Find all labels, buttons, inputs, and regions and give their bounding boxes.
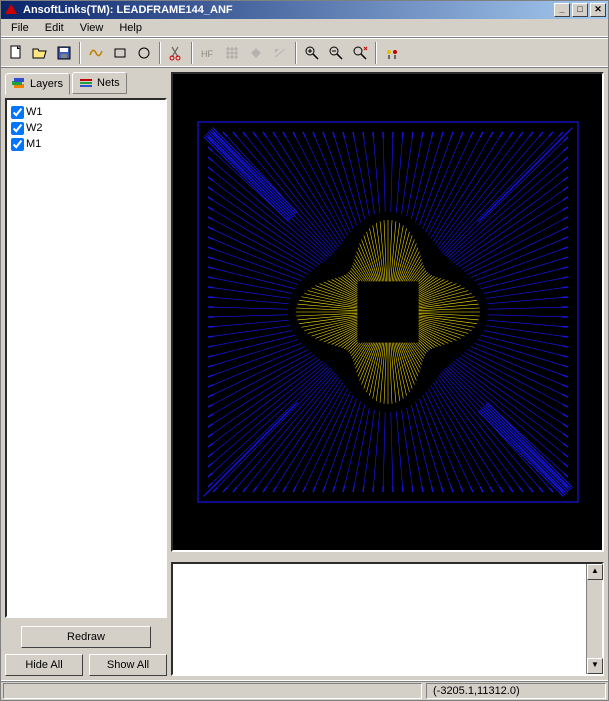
toolbar-separator bbox=[191, 42, 193, 64]
menu-bar: File Edit View Help bbox=[1, 19, 608, 38]
main-panel: ▲ ▼ bbox=[171, 72, 604, 676]
leadframe-graphic bbox=[188, 112, 588, 512]
status-bar: (-3205.1,11312.0) bbox=[1, 680, 608, 700]
toolbar-separator bbox=[79, 42, 81, 64]
toolbar-separator bbox=[375, 42, 377, 64]
open-button[interactable] bbox=[29, 42, 51, 64]
visibility-buttons: Hide All Show All bbox=[5, 654, 167, 676]
save-button[interactable] bbox=[53, 42, 75, 64]
side-panel: Layers Nets W1 W2 M1 bbox=[5, 72, 167, 676]
layers-icon bbox=[12, 78, 26, 90]
scrollbar[interactable]: ▲ ▼ bbox=[586, 564, 602, 674]
tab-strip: Layers Nets bbox=[5, 72, 167, 94]
hf-button: HF bbox=[197, 42, 219, 64]
hide-all-button[interactable]: Hide All bbox=[5, 654, 83, 676]
layer-list[interactable]: W1 W2 M1 bbox=[5, 98, 167, 618]
layer-name: W2 bbox=[26, 122, 43, 134]
close-button[interactable]: ✕ bbox=[590, 3, 606, 17]
nets-icon bbox=[79, 77, 93, 89]
tab-layers-label: Layers bbox=[30, 78, 63, 90]
cut-button[interactable] bbox=[165, 42, 187, 64]
app-icon bbox=[3, 2, 19, 18]
tab-nets-label: Nets bbox=[97, 77, 120, 89]
redraw-button[interactable]: Redraw bbox=[21, 626, 151, 648]
layer-checkbox[interactable] bbox=[11, 106, 24, 119]
inspect-button[interactable] bbox=[381, 42, 403, 64]
flip-button bbox=[269, 42, 291, 64]
layer-name: W1 bbox=[26, 106, 43, 118]
tab-layers[interactable]: Layers bbox=[5, 73, 70, 95]
app-window: AnsoftLinks(TM): LEADFRAME144_ANF _ □ ✕ … bbox=[0, 0, 609, 701]
layer-checkbox[interactable] bbox=[11, 122, 24, 135]
fill-button bbox=[245, 42, 267, 64]
title-bar[interactable]: AnsoftLinks(TM): LEADFRAME144_ANF _ □ ✕ bbox=[1, 1, 608, 19]
circle-tool[interactable] bbox=[133, 42, 155, 64]
menu-help[interactable]: Help bbox=[111, 20, 150, 36]
layer-row[interactable]: W2 bbox=[11, 120, 161, 136]
grid-button bbox=[221, 42, 243, 64]
show-all-button[interactable]: Show All bbox=[89, 654, 167, 676]
new-button[interactable] bbox=[5, 42, 27, 64]
layer-name: M1 bbox=[26, 138, 41, 150]
maximize-button[interactable]: □ bbox=[572, 3, 588, 17]
menu-view[interactable]: View bbox=[72, 20, 112, 36]
scroll-down-icon[interactable]: ▼ bbox=[587, 658, 603, 674]
layer-checkbox[interactable] bbox=[11, 138, 24, 151]
status-message bbox=[3, 683, 422, 699]
tab-nets[interactable]: Nets bbox=[72, 72, 127, 94]
wave-line-tool[interactable] bbox=[85, 42, 107, 64]
toolbar: HF bbox=[1, 38, 608, 68]
log-panel[interactable]: ▲ ▼ bbox=[171, 562, 604, 676]
menu-file[interactable]: File bbox=[3, 20, 37, 36]
layer-row[interactable]: W1 bbox=[11, 104, 161, 120]
window-title: AnsoftLinks(TM): LEADFRAME144_ANF bbox=[23, 4, 552, 16]
minimize-button[interactable]: _ bbox=[554, 3, 570, 17]
menu-edit[interactable]: Edit bbox=[37, 20, 72, 36]
layer-row[interactable]: M1 bbox=[11, 136, 161, 152]
toolbar-separator bbox=[295, 42, 297, 64]
client-area: Layers Nets W1 W2 M1 bbox=[1, 68, 608, 680]
svg-text:HF: HF bbox=[201, 49, 213, 59]
toolbar-separator bbox=[159, 42, 161, 64]
rect-tool[interactable] bbox=[109, 42, 131, 64]
design-viewport[interactable] bbox=[171, 72, 604, 552]
status-coordinates: (-3205.1,11312.0) bbox=[426, 683, 606, 699]
zoom-out-button[interactable] bbox=[325, 42, 347, 64]
zoom-fit-button[interactable] bbox=[349, 42, 371, 64]
zoom-in-button[interactable] bbox=[301, 42, 323, 64]
scroll-up-icon[interactable]: ▲ bbox=[587, 564, 603, 580]
